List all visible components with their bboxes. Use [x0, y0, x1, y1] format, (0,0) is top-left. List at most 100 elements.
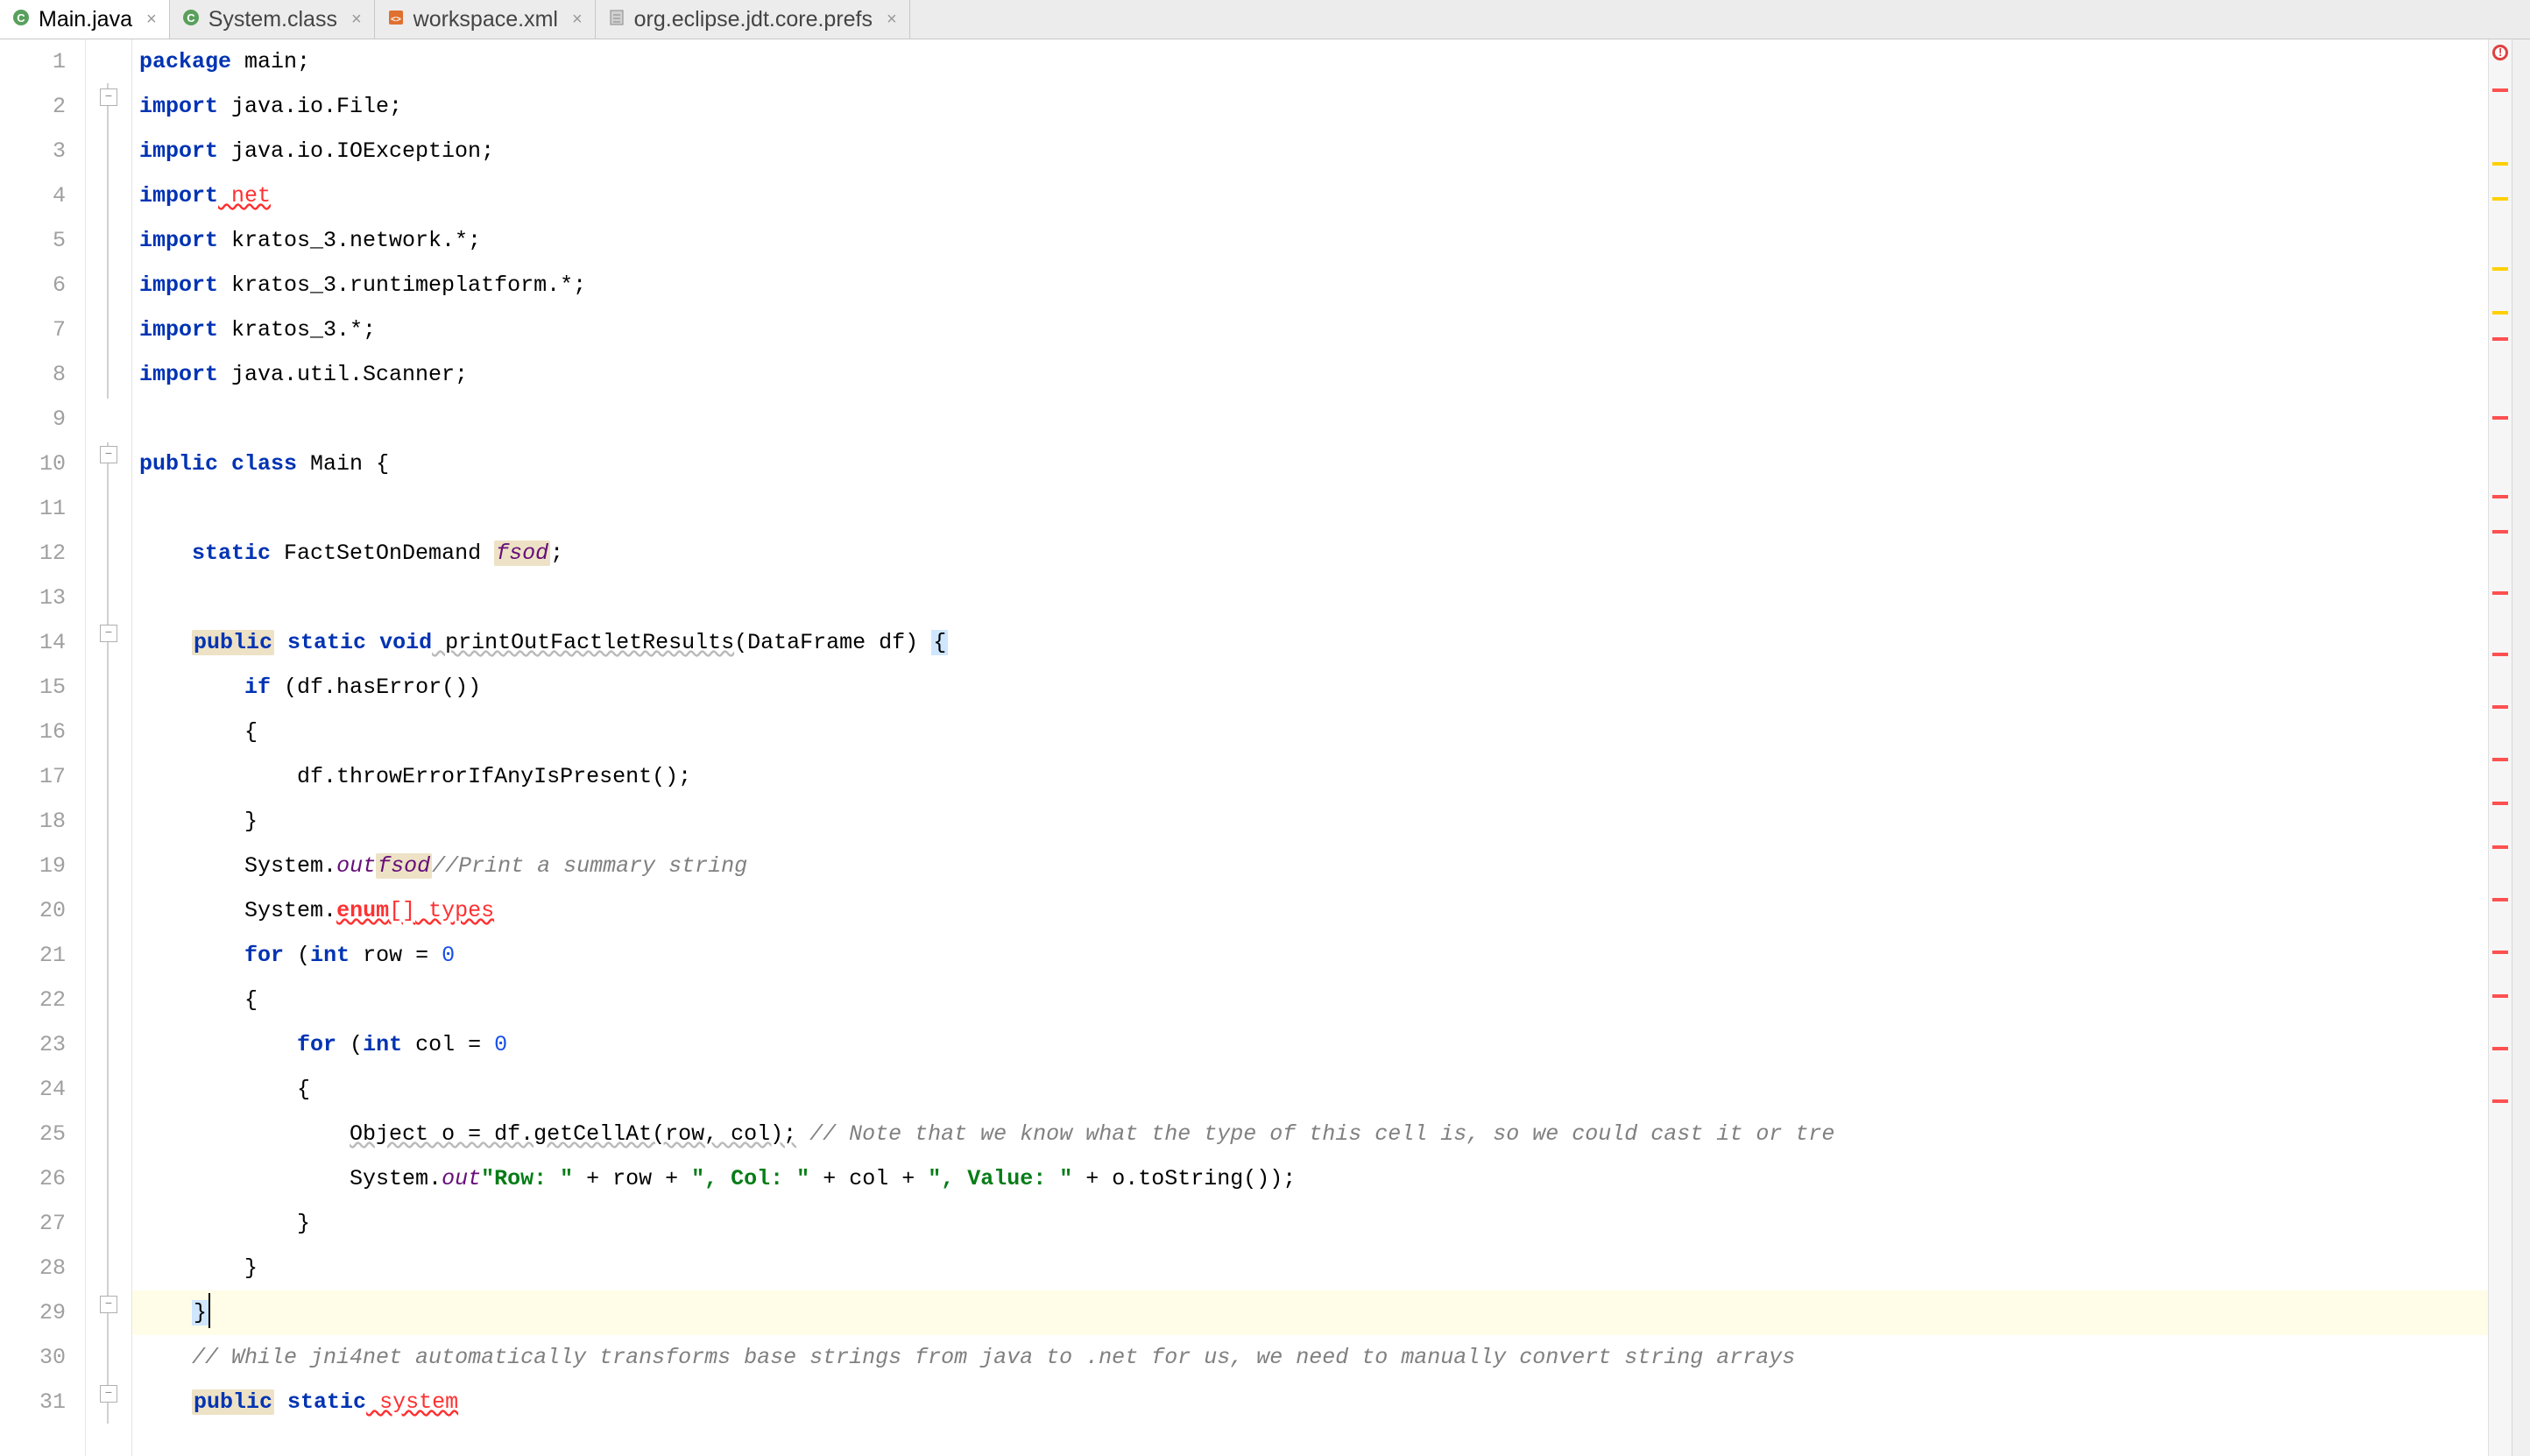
line-number[interactable]: 28	[0, 1246, 66, 1290]
error-stripe-mark[interactable]	[2492, 162, 2508, 166]
error-stripe-mark[interactable]	[2492, 758, 2508, 761]
tab-label: org.eclipse.jdt.core.prefs	[634, 7, 873, 32]
code-line: import java.io.IOException;	[132, 129, 2488, 173]
fold-marker[interactable]: −	[100, 88, 117, 106]
error-stripe-mark[interactable]	[2492, 653, 2508, 656]
error-summary-icon[interactable]	[2492, 45, 2508, 60]
line-number[interactable]: 25	[0, 1112, 66, 1156]
tab-label: workspace.xml	[413, 7, 558, 32]
tab-prefs[interactable]: org.eclipse.jdt.core.prefs ×	[596, 0, 910, 39]
line-number[interactable]: 1	[0, 39, 66, 84]
tab-workspace-xml[interactable]: <> workspace.xml ×	[375, 0, 596, 39]
error-stripe-mark[interactable]	[2492, 530, 2508, 534]
code-editor[interactable]: package main; import java.io.File; impor…	[132, 39, 2488, 1456]
code-line	[132, 397, 2488, 442]
line-number[interactable]: 12	[0, 531, 66, 576]
line-number[interactable]: 22	[0, 978, 66, 1022]
error-stripe-mark[interactable]	[2492, 994, 2508, 998]
fold-column[interactable]: − − − − −	[86, 39, 132, 1456]
line-number[interactable]: 18	[0, 799, 66, 844]
line-number[interactable]: 13	[0, 576, 66, 620]
error-stripe-mark[interactable]	[2492, 311, 2508, 315]
error-stripe-mark[interactable]	[2492, 88, 2508, 92]
line-number[interactable]: 14@	[0, 620, 66, 665]
error-stripe-mark[interactable]	[2492, 495, 2508, 498]
close-icon[interactable]: ×	[146, 10, 157, 30]
error-stripe-mark[interactable]	[2492, 845, 2508, 849]
line-number[interactable]: 26	[0, 1156, 66, 1201]
code-line: public static void printOutFactletResult…	[132, 620, 2488, 665]
code-line: import net	[132, 173, 2488, 218]
line-number[interactable]: 20	[0, 888, 66, 933]
code-line: for (int row = 0	[132, 933, 2488, 978]
fold-marker[interactable]: −	[100, 446, 117, 463]
error-stripe-mark[interactable]	[2492, 1099, 2508, 1103]
svg-text:<>: <>	[391, 15, 401, 25]
code-line: // While jni4net automatically transform…	[132, 1335, 2488, 1380]
line-number[interactable]: 21	[0, 933, 66, 978]
error-stripe-mark[interactable]	[2492, 898, 2508, 901]
line-number[interactable]: 16	[0, 710, 66, 754]
code-line: {	[132, 978, 2488, 1022]
line-number[interactable]: 4	[0, 173, 66, 218]
tab-label: Main.java	[39, 7, 132, 32]
error-stripe-mark[interactable]	[2492, 591, 2508, 595]
code-line: System.outfsod//Print a summary string	[132, 844, 2488, 888]
error-stripe-mark[interactable]	[2492, 197, 2508, 201]
code-line: for (int col = 0	[132, 1022, 2488, 1067]
line-number[interactable]: 5	[0, 218, 66, 263]
line-number[interactable]: 3	[0, 129, 66, 173]
fold-marker[interactable]: −	[100, 625, 117, 642]
error-stripe-mark[interactable]	[2492, 1047, 2508, 1050]
line-number[interactable]: 29	[0, 1290, 66, 1335]
code-line: {	[132, 710, 2488, 754]
error-stripe-mark[interactable]	[2492, 267, 2508, 271]
tab-main-java[interactable]: C Main.java ×	[0, 0, 170, 39]
line-number[interactable]: 9	[0, 397, 66, 442]
line-number[interactable]: 7	[0, 307, 66, 352]
line-number[interactable]: 11	[0, 486, 66, 531]
close-icon[interactable]: ×	[351, 10, 362, 30]
code-line: public class Main {	[132, 442, 2488, 486]
line-number[interactable]: 23	[0, 1022, 66, 1067]
line-number[interactable]: 31@	[0, 1380, 66, 1424]
error-stripe-mark[interactable]	[2492, 802, 2508, 805]
line-number[interactable]: 17	[0, 754, 66, 799]
line-number[interactable]: 24	[0, 1067, 66, 1112]
line-number[interactable]: 15	[0, 665, 66, 710]
line-number-gutter[interactable]: 1234567891011121314@15161718192021222324…	[0, 39, 86, 1456]
close-icon[interactable]: ×	[572, 10, 583, 30]
code-line: import java.util.Scanner;	[132, 352, 2488, 397]
error-stripe-mark[interactable]	[2492, 416, 2508, 420]
error-stripe-mark[interactable]	[2492, 705, 2508, 709]
code-line	[132, 576, 2488, 620]
error-stripe-mark[interactable]	[2492, 337, 2508, 341]
java-class-icon: C	[182, 7, 200, 32]
line-number[interactable]: 19	[0, 844, 66, 888]
line-number[interactable]: 2	[0, 84, 66, 129]
tab-system-class[interactable]: C System.class ×	[170, 0, 375, 39]
code-line: public static system	[132, 1380, 2488, 1424]
line-number[interactable]: 27	[0, 1201, 66, 1246]
editor-area: 1234567891011121314@15161718192021222324…	[0, 39, 2530, 1456]
java-class-icon: C	[12, 7, 30, 32]
close-icon[interactable]: ×	[887, 10, 897, 30]
line-number[interactable]: 6	[0, 263, 66, 307]
fold-marker[interactable]: −	[100, 1296, 117, 1313]
vertical-scrollbar[interactable]	[2512, 39, 2530, 1456]
code-line: import java.io.File;	[132, 84, 2488, 129]
code-line	[132, 486, 2488, 531]
error-stripe-mark[interactable]	[2492, 951, 2508, 954]
line-number[interactable]: 30	[0, 1335, 66, 1380]
text-caret	[208, 1293, 210, 1328]
code-line-current: }	[132, 1290, 2488, 1335]
code-line: }	[132, 1201, 2488, 1246]
line-number[interactable]: 10	[0, 442, 66, 486]
prefs-file-icon	[608, 7, 625, 32]
code-line: import kratos_3.runtimeplatform.*;	[132, 263, 2488, 307]
code-line: static FactSetOnDemand fsod;	[132, 531, 2488, 576]
line-number[interactable]: 8	[0, 352, 66, 397]
error-stripe[interactable]	[2488, 39, 2512, 1456]
fold-marker[interactable]: −	[100, 1385, 117, 1403]
code-line: if (df.hasError())	[132, 665, 2488, 710]
